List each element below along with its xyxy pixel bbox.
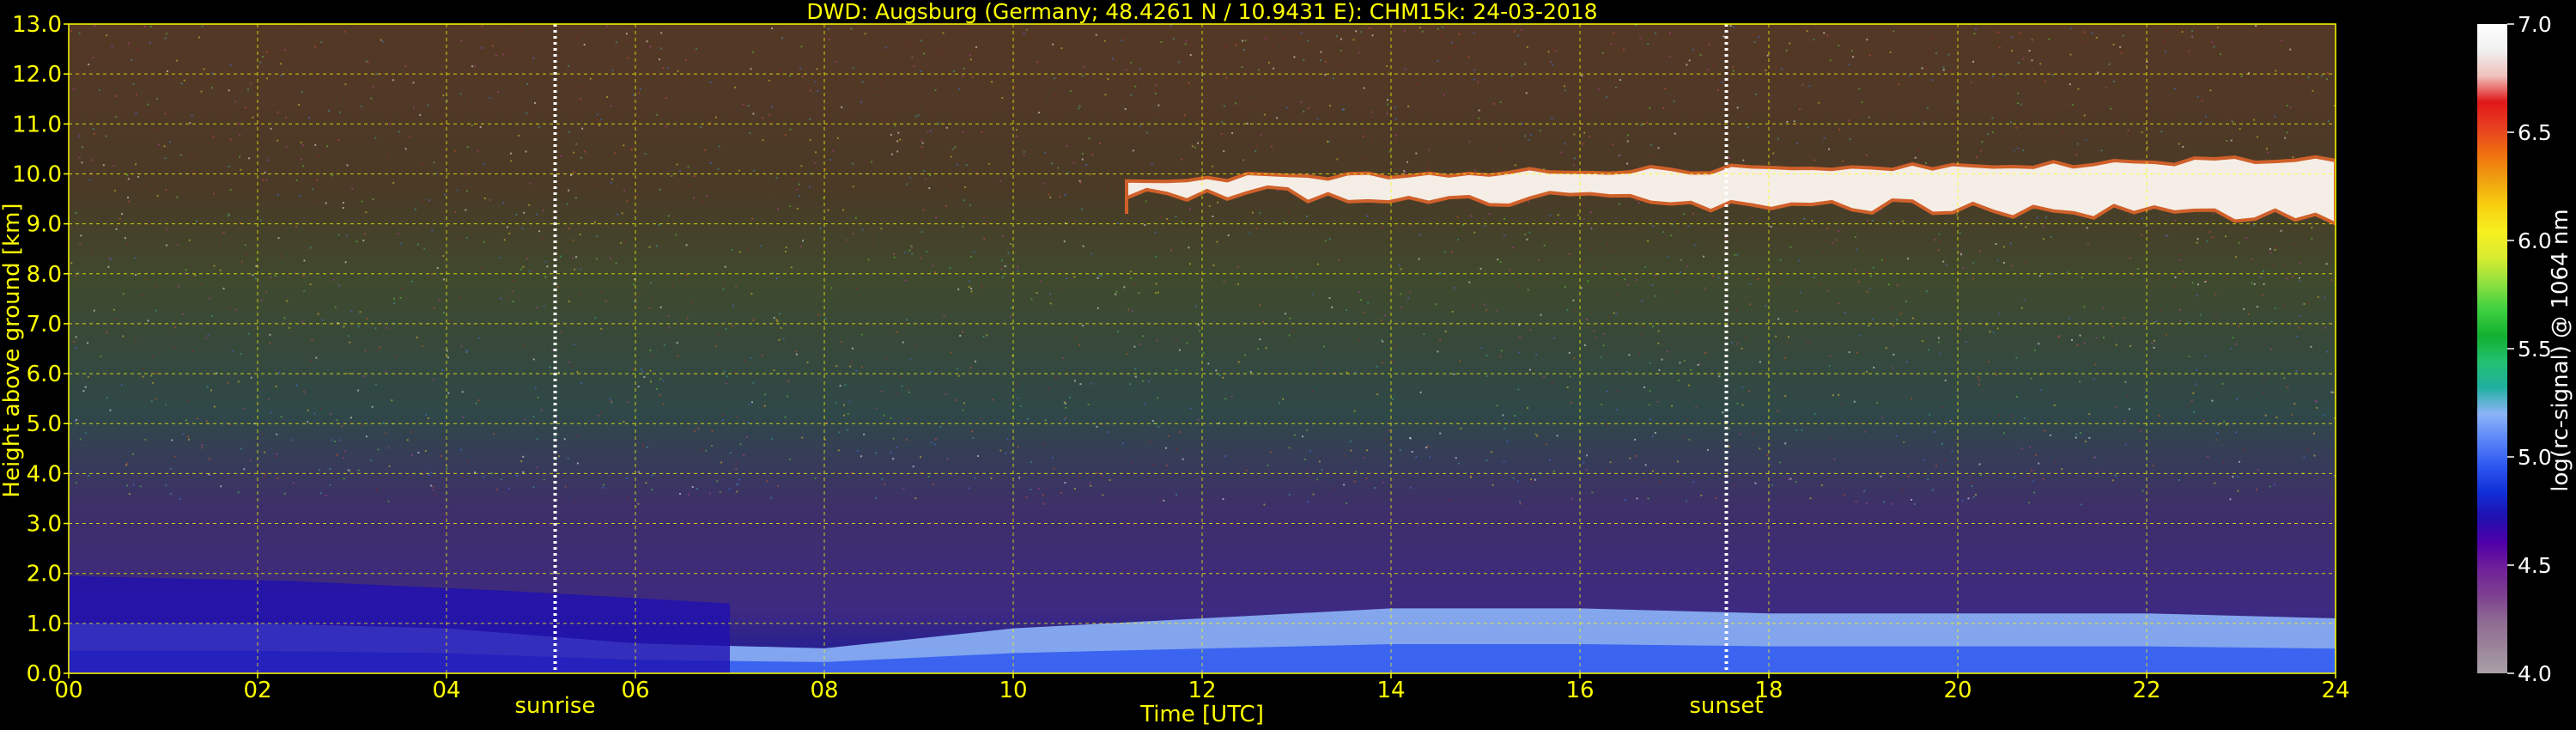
x-tick-label: 14 — [1376, 678, 1405, 703]
colorbar-tick-label: 6.5 — [2518, 120, 2552, 145]
y-tick-label: 13.0 — [12, 12, 62, 38]
colorbar-tick-label: 5.0 — [2518, 445, 2552, 470]
chart-title: DWD: Augsburg (Germany; 48.4261 N / 10.9… — [806, 0, 1597, 24]
colorbar-scale — [2477, 24, 2507, 673]
y-tick-label: 11.0 — [12, 112, 62, 137]
x-tick-label: 08 — [810, 678, 838, 703]
colorbar-tick-label: 4.5 — [2518, 553, 2552, 578]
y-tick-label: 10.0 — [12, 161, 62, 187]
x-tick-label: 10 — [999, 678, 1027, 703]
y-tick-label: 12.0 — [12, 62, 62, 88]
x-tick-label: 12 — [1188, 678, 1216, 703]
colorbar-label: log(rc-signal) @ 1064 nm — [2548, 209, 2573, 491]
colorbar-tick-label: 5.5 — [2518, 337, 2552, 362]
colorbar-tick-label: 6.0 — [2518, 228, 2552, 253]
x-tick-label: 04 — [432, 678, 460, 703]
lidar-chart: DWD: Augsburg (Germany; 48.4261 N / 10.9… — [0, 0, 2573, 727]
y-tick-label: 4.0 — [27, 461, 62, 487]
y-tick-label: 1.0 — [27, 611, 62, 637]
x-tick-label: 02 — [243, 678, 271, 703]
y-tick-label: 7.0 — [27, 312, 62, 338]
colorbar-ticks: 4.0 4.5 5.0 5.5 6.0 6.5 7.0 — [2507, 12, 2552, 686]
y-tick-label: 2.0 — [27, 562, 62, 587]
x-tick-label: 06 — [621, 678, 649, 703]
colorbar-tick-label: 4.0 — [2518, 661, 2552, 686]
x-tick-label: 16 — [1565, 678, 1594, 703]
y-tick-label: 5.0 — [27, 411, 62, 437]
y-tick-label: 9.0 — [27, 212, 62, 238]
sunrise-label: sunrise — [515, 693, 596, 719]
x-tick-label: 18 — [1754, 678, 1783, 703]
x-tick-label: 20 — [1943, 678, 1971, 703]
colorbar-tick-label: 7.0 — [2518, 12, 2552, 37]
x-axis: 00 02 04 06 08 10 12 14 16 18 20 22 24 — [54, 673, 2350, 703]
x-tick-label: 00 — [54, 678, 82, 703]
y-tick-label: 3.0 — [27, 512, 62, 538]
x-tick-label: 24 — [2321, 678, 2349, 703]
sunset-label: sunset — [1689, 693, 1763, 719]
y-tick-label: 6.0 — [27, 362, 62, 387]
y-axis-label: Height above ground [km] — [0, 203, 25, 497]
x-axis-label: Time [UTC] — [1139, 702, 1264, 727]
colorbar: 4.0 4.5 5.0 5.5 6.0 6.5 7.0 log(rc-signal) @ 1… — [2477, 12, 2573, 686]
y-tick-label: 8.0 — [27, 262, 62, 288]
x-tick-label: 22 — [2132, 678, 2160, 703]
